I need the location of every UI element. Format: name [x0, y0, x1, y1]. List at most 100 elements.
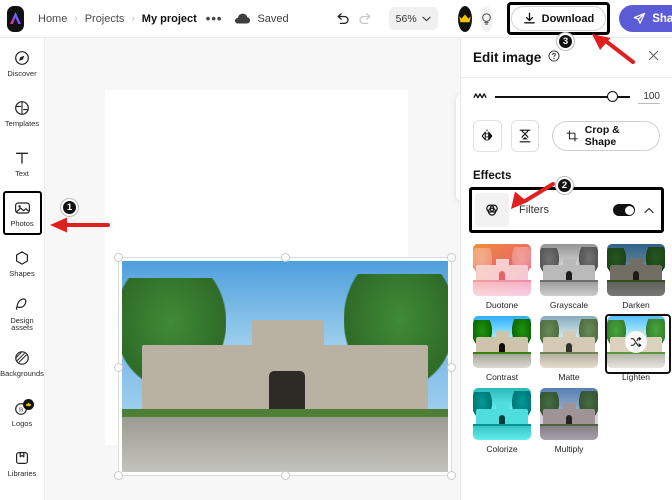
sidebar-item-design-assets[interactable]: Design assets	[0, 288, 45, 338]
shuffle-icon[interactable]	[625, 331, 647, 353]
filter-label: Duotone	[485, 300, 519, 310]
sidebar-item-shapes[interactable]: Shapes	[0, 238, 45, 288]
annotation-badge-1: 1	[61, 199, 78, 216]
sidebar-item-discover[interactable]: Discover	[0, 38, 45, 88]
download-highlight: Download	[506, 2, 611, 35]
save-status: Saved	[257, 12, 289, 25]
left-sidebar: Discover Templates Text Photos Shapes De…	[0, 38, 45, 500]
crown-icon	[458, 14, 471, 23]
filter-thumbnail[interactable]	[473, 244, 531, 296]
breadcrumb-separator: ›	[131, 13, 135, 24]
document-page[interactable]	[105, 90, 456, 480]
opacity-slider-row: 100	[461, 78, 672, 110]
filters-toggle[interactable]	[613, 204, 635, 216]
flip-horizontal-icon	[481, 129, 493, 143]
zoom-selector[interactable]: 56%	[388, 7, 438, 30]
filter-thumbnail[interactable]	[473, 388, 531, 440]
top-bar: Home › Projects › My project ••• Saved 5…	[0, 0, 672, 38]
sidebar-item-text[interactable]: Text	[0, 138, 45, 188]
sidebar-item-label: Shapes	[9, 269, 35, 279]
premium-crown-button[interactable]	[457, 5, 472, 32]
annotation-arrow-3	[592, 34, 635, 64]
breadcrumb-current[interactable]: My project	[142, 13, 197, 25]
filter-item-multiply[interactable]: Multiply	[538, 386, 600, 454]
filter-thumbnail[interactable]	[540, 244, 598, 296]
filter-label: Contrast	[485, 372, 519, 382]
resize-handle-left-center[interactable]	[114, 362, 123, 372]
opacity-slider[interactable]	[495, 91, 630, 103]
compass-icon	[14, 48, 30, 67]
filter-thumbnail[interactable]	[473, 316, 531, 368]
photos-icon	[14, 198, 31, 217]
shapes-icon	[14, 248, 30, 267]
filter-label: Multiply	[554, 444, 584, 454]
resize-handle-top-center[interactable]	[281, 253, 290, 262]
filter-label: Grayscale	[549, 300, 589, 310]
chevron-up-icon[interactable]	[644, 201, 654, 219]
sidebar-item-label: Design assets	[10, 315, 34, 332]
filter-item-grayscale[interactable]: Grayscale	[538, 242, 600, 310]
breadcrumb-home[interactable]: Home	[38, 13, 67, 25]
close-icon[interactable]	[647, 49, 660, 67]
adobe-express-logo-icon[interactable]	[7, 5, 24, 32]
resize-handle-top-left[interactable]	[114, 253, 123, 262]
resize-handle-top-right[interactable]	[447, 253, 456, 262]
crop-and-shape-button[interactable]: Crop & Shape	[552, 121, 660, 151]
filter-thumbnail[interactable]	[540, 316, 598, 368]
share-button[interactable]: Share	[619, 5, 672, 32]
flip-horizontal-button[interactable]	[473, 120, 502, 152]
more-options-button[interactable]: •••	[206, 11, 223, 26]
text-icon	[14, 148, 30, 167]
zoom-level: 56%	[395, 12, 417, 25]
breadcrumb-separator: ›	[74, 13, 78, 24]
filters-highlight: Filters	[469, 187, 664, 233]
sidebar-item-libraries[interactable]: Libraries	[0, 438, 45, 488]
slider-value[interactable]: 100	[638, 91, 660, 104]
sidebar-item-photos[interactable]: Photos	[0, 188, 45, 238]
filter-item-lighten[interactable]: Lighten	[605, 314, 671, 382]
download-button[interactable]: Download	[510, 6, 607, 31]
filter-label: Matte	[558, 372, 580, 382]
resize-handle-bottom-left[interactable]	[114, 471, 123, 480]
resize-handle-right-center[interactable]	[447, 362, 456, 372]
selected-image-object[interactable]	[114, 253, 456, 480]
undo-button[interactable]	[335, 8, 350, 30]
send-icon	[633, 12, 646, 24]
remove-background-button[interactable]	[510, 120, 540, 152]
logos-premium-badge	[22, 399, 34, 410]
app-root: Home › Projects › My project ••• Saved 5…	[0, 0, 672, 500]
sidebar-item-backgrounds[interactable]: Backgrounds	[0, 338, 45, 388]
sidebar-item-label: Photos	[10, 219, 34, 229]
filter-thumbnail[interactable]	[540, 388, 598, 440]
filter-item-darken[interactable]: Darken	[605, 242, 667, 310]
sidebar-item-label: Libraries	[7, 469, 37, 479]
page-title: Edit image	[473, 50, 542, 65]
redo-button[interactable]	[358, 8, 373, 30]
breadcrumb-projects[interactable]: Projects	[85, 13, 125, 25]
filter-thumbnail[interactable]	[607, 316, 665, 368]
canvas-photo[interactable]	[122, 261, 448, 472]
resize-handle-bottom-center[interactable]	[281, 471, 290, 480]
filter-thumbnail[interactable]	[607, 244, 665, 296]
sidebar-item-label: Logos	[11, 419, 33, 429]
annotation-arrow-1	[50, 217, 110, 233]
filter-item-colorize[interactable]: Colorize	[471, 386, 533, 454]
tips-button[interactable]	[479, 5, 493, 32]
sidebar-item-logos[interactable]: B Logos	[0, 388, 45, 438]
help-circle-icon[interactable]	[548, 49, 560, 67]
design-assets-icon	[14, 295, 30, 314]
canvas-area[interactable]	[45, 38, 488, 500]
chevron-down-icon	[422, 16, 431, 21]
sidebar-item-label: Templates	[4, 119, 40, 129]
download-icon	[523, 12, 535, 24]
libraries-icon	[14, 448, 30, 467]
resize-handle-bottom-right[interactable]	[447, 471, 456, 480]
filter-item-contrast[interactable]: Contrast	[471, 314, 533, 382]
slider-thumb[interactable]	[607, 91, 618, 102]
sidebar-item-templates[interactable]: Templates	[0, 88, 45, 138]
adjust-icon	[473, 88, 487, 106]
annotation-badge-3: 3	[557, 33, 574, 50]
filter-item-duotone[interactable]: Duotone	[471, 242, 533, 310]
crop-icon	[567, 130, 579, 142]
filter-item-matte[interactable]: Matte	[538, 314, 600, 382]
